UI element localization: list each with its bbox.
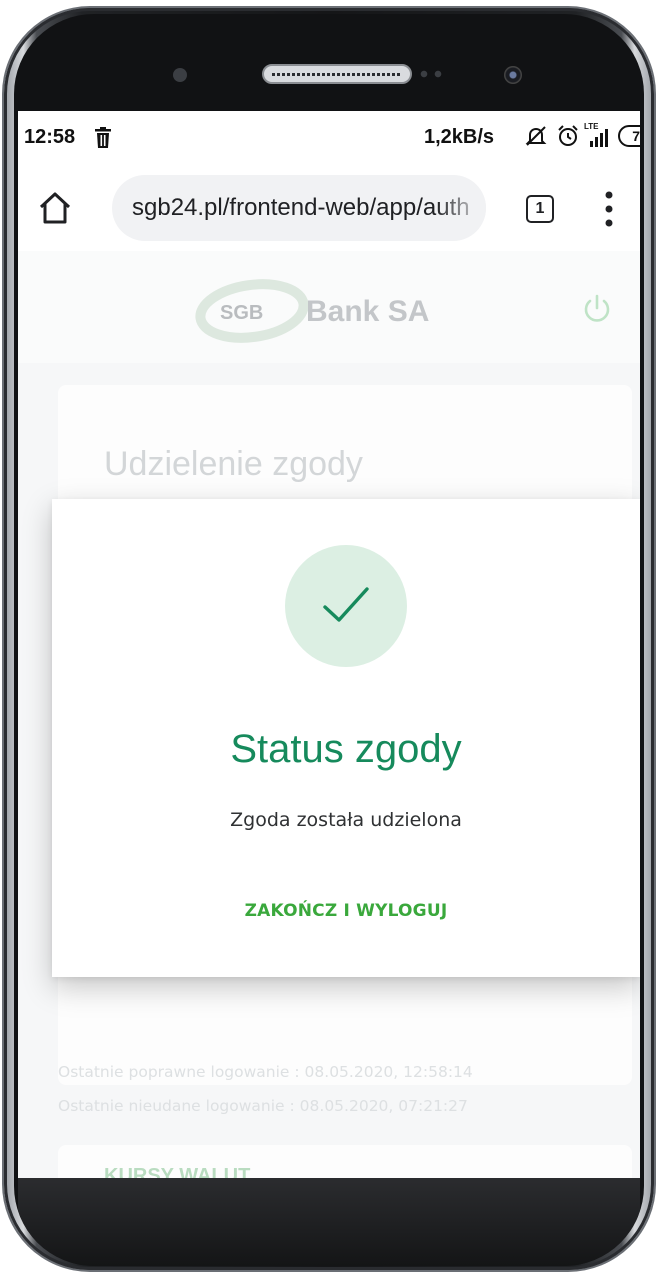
- exchange-rates-card: KURSY WALUT: [58, 1145, 632, 1178]
- power-icon[interactable]: [582, 293, 612, 323]
- more-vert-icon[interactable]: [604, 189, 614, 229]
- signal-icon: LTE: [584, 122, 608, 147]
- checkmark-icon: [323, 587, 369, 622]
- notifications-muted-icon: [525, 126, 547, 146]
- browser-toolbar: sgb24.pl/frontend-web/app/auth 1: [18, 167, 640, 251]
- battery-indicator: 79: [618, 125, 640, 147]
- success-badge: [285, 545, 407, 667]
- status-bar: 12:58 1,2kB/s LTE 7: [18, 111, 640, 167]
- svg-text:LTE: LTE: [584, 122, 599, 131]
- earpiece-speaker: [262, 64, 412, 84]
- consent-status-dialog: Status zgody Zgoda została udzielona ZAK…: [52, 499, 640, 977]
- sensor-dots: [420, 70, 450, 78]
- screen: 12:58 1,2kB/s LTE 7 sgb24.pl/frontend-we…: [18, 111, 640, 1178]
- phone-body: 12:58 1,2kB/s LTE 7 sgb24.pl/frontend-we…: [14, 14, 644, 1266]
- consent-heading: Udzielenie zgody: [104, 445, 363, 483]
- address-bar[interactable]: sgb24.pl/frontend-web/app/auth: [112, 175, 486, 241]
- last-success-login: Ostatnie poprawne logowanie : 08.05.2020…: [58, 1063, 473, 1081]
- phone-frame: 12:58 1,2kB/s LTE 7 sgb24.pl/frontend-we…: [4, 8, 654, 1270]
- logo-mark: SGB: [220, 302, 263, 324]
- bank-name: Bank SA: [306, 295, 429, 328]
- home-icon[interactable]: [38, 191, 72, 225]
- front-camera: [504, 66, 522, 84]
- dialog-message: Zgoda została udzielona: [230, 809, 462, 831]
- status-time: 12:58: [24, 126, 76, 148]
- trash-icon: [95, 127, 111, 148]
- network-speed: 1,2kB/s: [424, 126, 495, 148]
- sgb-bank-logo: SGB Bank SA: [195, 279, 429, 343]
- navigation-bar-area: [18, 1178, 640, 1266]
- last-failed-login: Ostatnie nieudane logowanie : 08.05.2020…: [58, 1097, 468, 1115]
- tab-switcher-button[interactable]: 1: [526, 195, 554, 223]
- dialog-title: Status zgody: [230, 727, 462, 771]
- proximity-sensor: [173, 68, 187, 82]
- exchange-rates-link[interactable]: KURSY WALUT: [104, 1165, 250, 1178]
- finish-and-logout-button[interactable]: ZAKOŃCZ I WYLOGUJ: [52, 901, 640, 921]
- alarm-icon: [558, 125, 578, 146]
- page-header: SGB Bank SA: [18, 251, 640, 363]
